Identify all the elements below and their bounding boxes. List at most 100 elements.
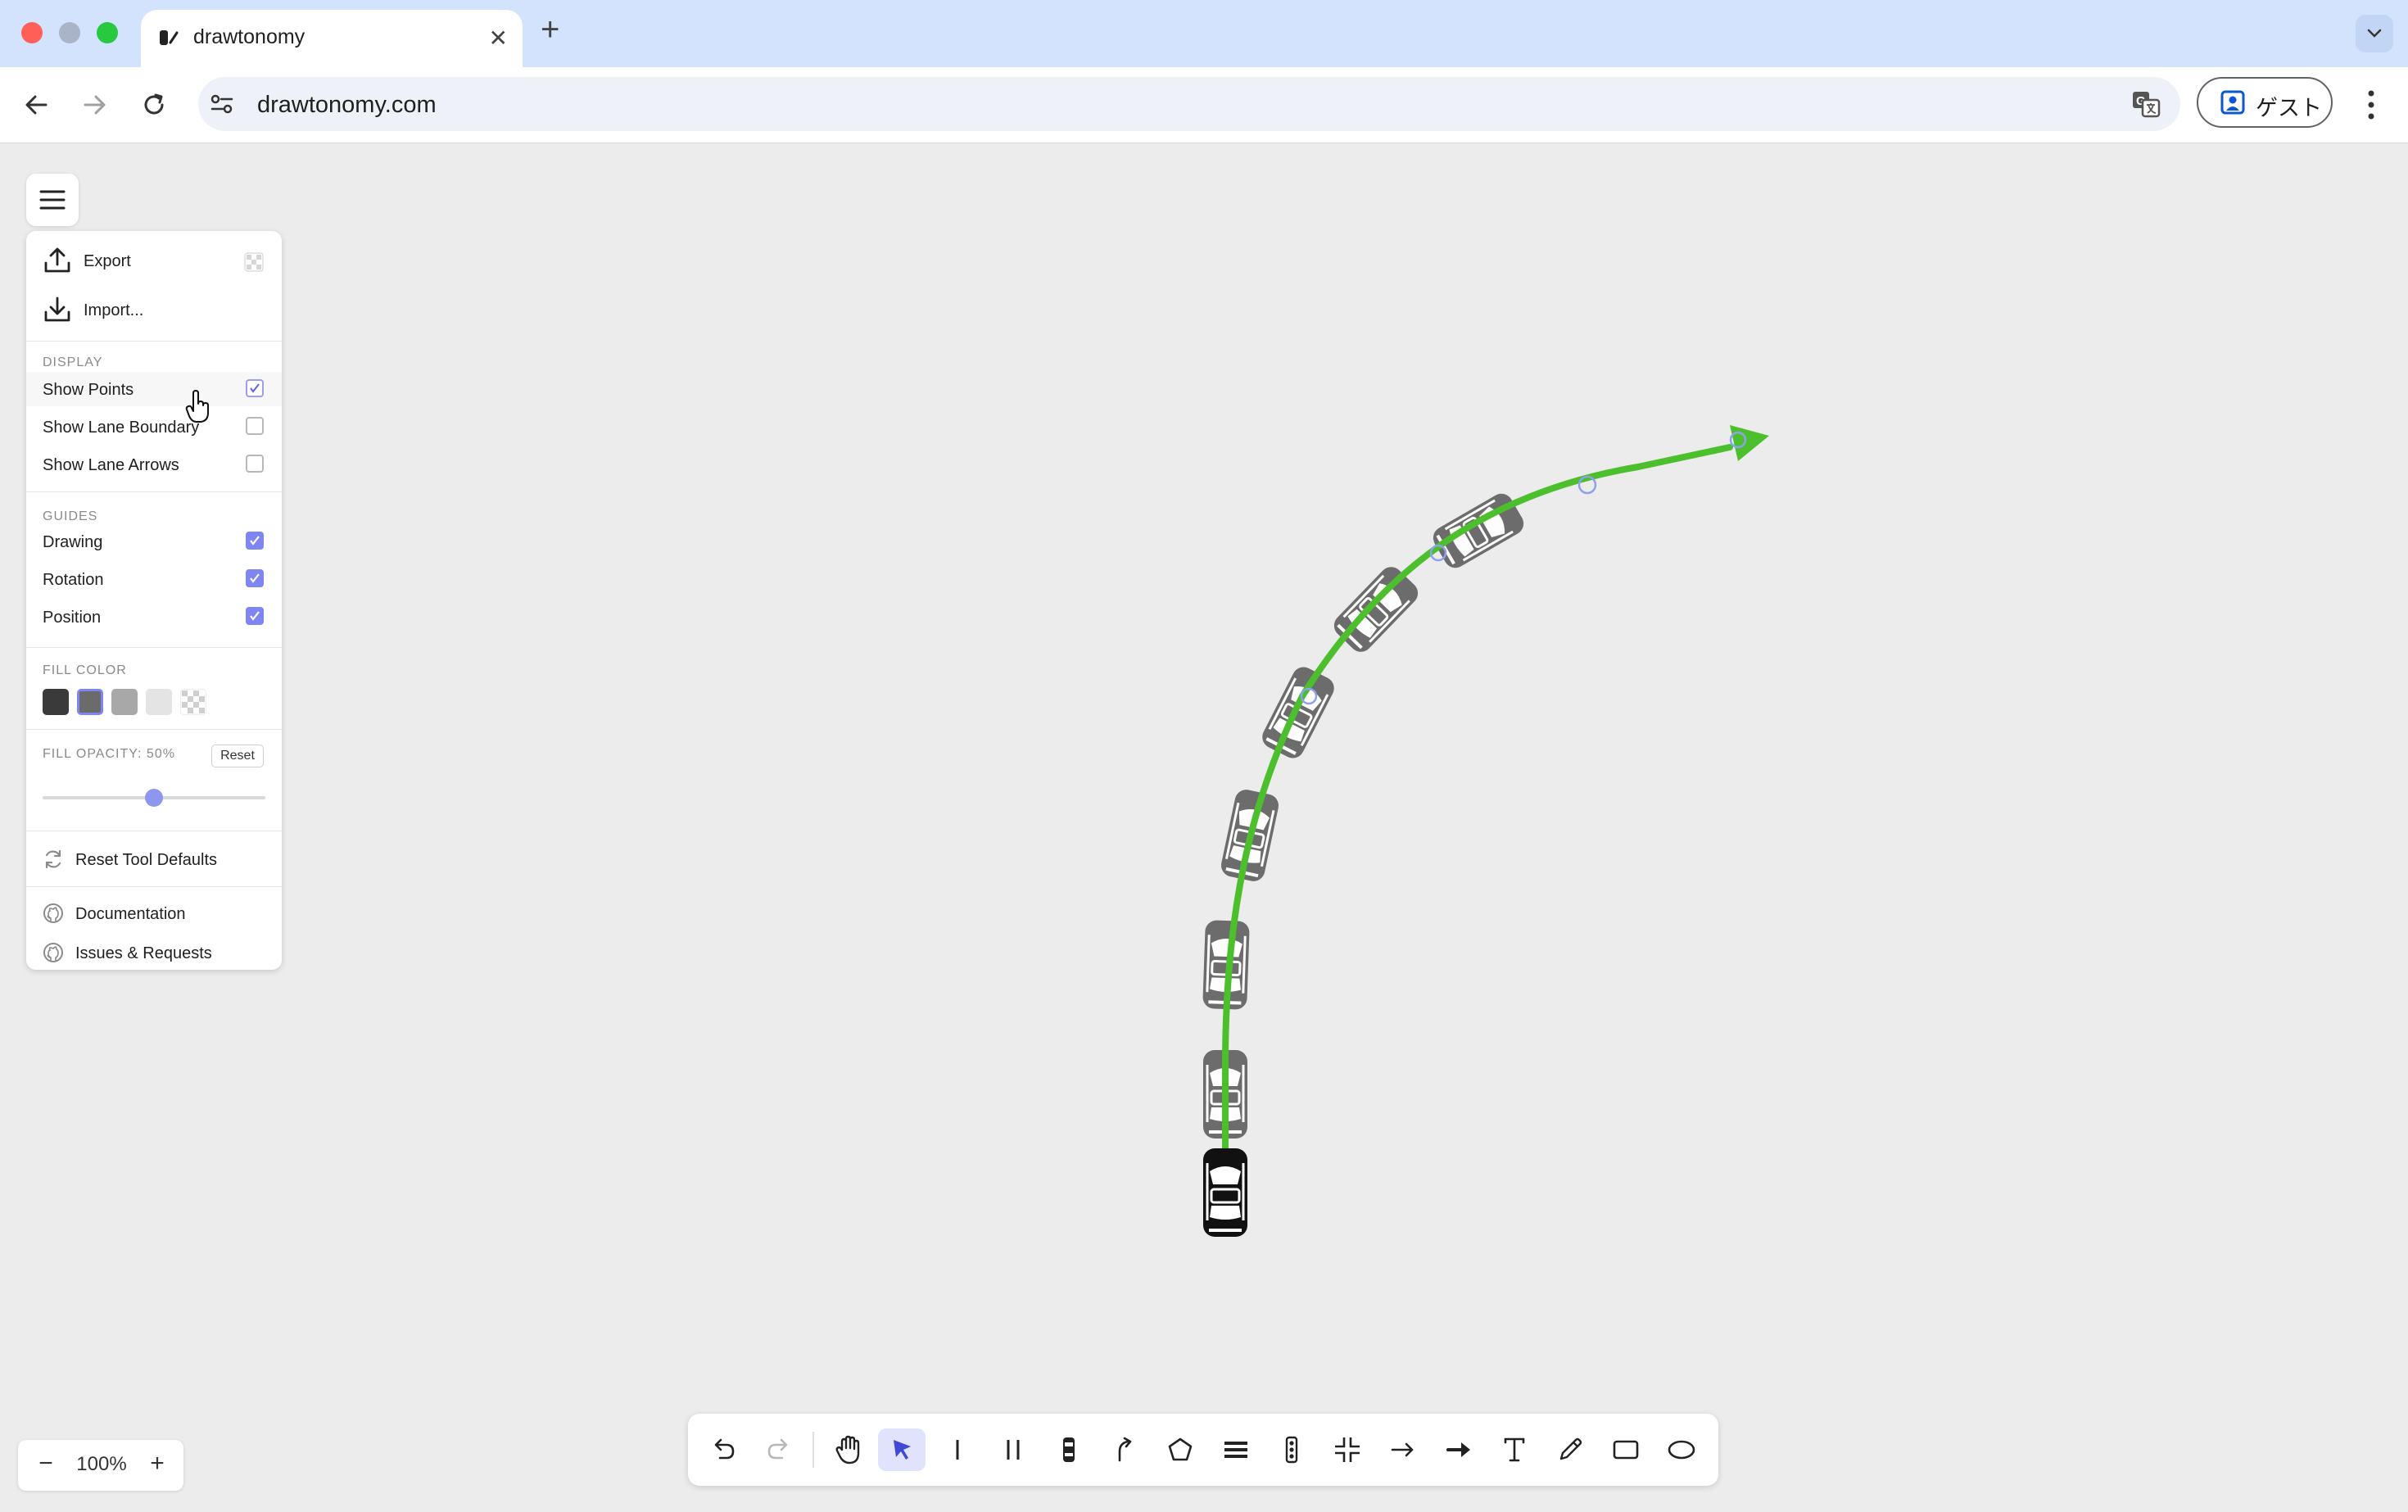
zoom-in-button[interactable]: +	[141, 1450, 174, 1478]
text-icon	[1504, 1437, 1525, 1462]
toolbar-separator	[812, 1432, 814, 1468]
reset-opacity-button[interactable]: Reset	[211, 745, 264, 767]
main-vehicle[interactable]	[1202, 1147, 1249, 1238]
issues-requests-label: Issues & Requests	[75, 944, 212, 962]
export-label: Export	[84, 252, 131, 270]
show-lane-arrows-checkbox[interactable]	[246, 455, 264, 473]
fill-swatch-very-light[interactable]	[146, 689, 172, 715]
checkmark-icon	[250, 573, 260, 583]
vehicle-path[interactable]	[1222, 444, 1733, 1197]
path-icon	[1118, 1437, 1132, 1462]
position-guide-checkbox[interactable]	[246, 607, 264, 625]
lane-tool-button[interactable]	[989, 1428, 1037, 1471]
fill-swatch-light-gray[interactable]	[111, 689, 138, 715]
guides-header: GUIDES	[43, 509, 98, 523]
drawing-guide-checkbox[interactable]	[246, 532, 264, 550]
rotation-guide-checkbox[interactable]	[246, 569, 264, 587]
issues-requests-link[interactable]: Issues & Requests	[26, 934, 282, 971]
upload-icon	[44, 247, 70, 273]
intersection-tool-button[interactable]	[1324, 1428, 1371, 1471]
zoom-control: − 100% +	[18, 1440, 183, 1491]
polygon-tool-button[interactable]	[1156, 1428, 1204, 1471]
traffic-light-icon	[1285, 1436, 1298, 1464]
crosswalk-icon	[1224, 1442, 1247, 1458]
rotation-guide-label: Rotation	[43, 571, 104, 589]
undo-icon	[714, 1438, 735, 1460]
ghost-vehicles	[1201, 488, 1529, 1140]
main-menu-button[interactable]	[26, 174, 79, 226]
path-arrowhead	[1730, 425, 1769, 461]
intersection-icon	[1335, 1437, 1360, 1462]
pencil-icon	[1559, 1437, 1582, 1460]
fill-swatch-dark[interactable]	[43, 689, 69, 715]
rectangle-tool-button[interactable]	[1602, 1428, 1650, 1471]
fill-opacity-slider-thumb[interactable]	[145, 789, 163, 807]
select-icon	[894, 1440, 911, 1460]
drawing-canvas[interactable]	[0, 0, 2408, 1512]
select-tool-button[interactable]	[878, 1428, 926, 1471]
download-icon	[44, 297, 70, 322]
path-tool-button[interactable]	[1101, 1428, 1148, 1471]
undo-button[interactable]	[699, 1428, 747, 1471]
bold-arrow-icon	[1446, 1442, 1470, 1457]
rotation-guide-option[interactable]: Rotation	[26, 562, 282, 596]
ellipse-tool-button[interactable]	[1658, 1428, 1705, 1471]
fill-color-header: FILL COLOR	[43, 663, 127, 677]
hand-tool-button[interactable]	[824, 1428, 871, 1471]
rectangle-icon	[1613, 1440, 1639, 1460]
hand-pointer-cursor	[185, 390, 209, 423]
polygon-icon	[1168, 1437, 1193, 1461]
hamburger-icon	[39, 190, 66, 210]
zoom-level[interactable]: 100%	[67, 1453, 136, 1476]
traffic-light-tool-button[interactable]	[1268, 1428, 1315, 1471]
show-lane-boundary-option[interactable]: Show Lane Boundary	[26, 410, 282, 444]
import-menu-item[interactable]: Import...	[26, 290, 282, 329]
fill-opacity-label: FILL OPACITY: 50%	[43, 747, 175, 761]
documentation-label: Documentation	[75, 905, 186, 923]
ghost-vehicle	[1256, 662, 1340, 763]
position-guide-label: Position	[43, 609, 102, 627]
github-icon	[43, 943, 63, 962]
redo-button[interactable]	[755, 1428, 803, 1471]
path-points[interactable]	[1300, 431, 1747, 705]
pencil-tool-button[interactable]	[1546, 1428, 1594, 1471]
lane-line-tool-button[interactable]	[934, 1428, 981, 1471]
reset-tool-defaults-label: Reset Tool Defaults	[75, 851, 218, 869]
drawing-guide-option[interactable]: Drawing	[26, 524, 282, 559]
redo-icon	[767, 1438, 788, 1460]
vehicle-icon	[1063, 1437, 1075, 1462]
crosswalk-tool-button[interactable]	[1212, 1428, 1260, 1471]
hand-icon	[835, 1435, 860, 1464]
lane-line-icon	[956, 1440, 959, 1460]
github-icon	[43, 903, 63, 923]
position-guide-option[interactable]: Position	[26, 600, 282, 634]
show-points-checkbox[interactable]	[246, 379, 264, 397]
display-header: DISPLAY	[43, 355, 103, 369]
fill-swatch-gray-selected[interactable]	[77, 689, 103, 715]
show-lane-arrows-option[interactable]: Show Lane Arrows	[26, 447, 282, 482]
bold-arrow-tool-button[interactable]	[1435, 1428, 1482, 1471]
show-lane-arrows-label: Show Lane Arrows	[43, 456, 179, 474]
menu-divider	[26, 886, 282, 887]
vehicle-tool-button[interactable]	[1045, 1428, 1093, 1471]
reset-tool-defaults-item[interactable]: Reset Tool Defaults	[26, 839, 282, 880]
transparency-icon[interactable]	[244, 252, 264, 272]
refresh-icon	[45, 849, 61, 869]
drawing-guide-label: Drawing	[43, 533, 103, 551]
arrow-tool-button[interactable]	[1379, 1428, 1427, 1471]
show-lane-boundary-checkbox[interactable]	[246, 417, 264, 435]
menu-divider	[26, 647, 282, 648]
drawing-toolbar	[688, 1414, 1718, 1486]
zoom-out-button[interactable]: −	[29, 1450, 62, 1478]
text-tool-button[interactable]	[1491, 1428, 1538, 1471]
menu-divider	[26, 729, 282, 730]
show-points-option[interactable]: Show Points	[26, 372, 282, 406]
documentation-link[interactable]: Documentation	[26, 894, 282, 932]
export-menu-item[interactable]: Export	[26, 241, 282, 280]
import-label: Import...	[84, 301, 144, 319]
fill-swatch-transparent[interactable]	[180, 689, 206, 715]
show-points-label: Show Points	[43, 381, 134, 399]
ellipse-icon	[1668, 1440, 1695, 1460]
menu-divider	[26, 491, 282, 492]
show-lane-boundary-label: Show Lane Boundary	[43, 419, 200, 437]
